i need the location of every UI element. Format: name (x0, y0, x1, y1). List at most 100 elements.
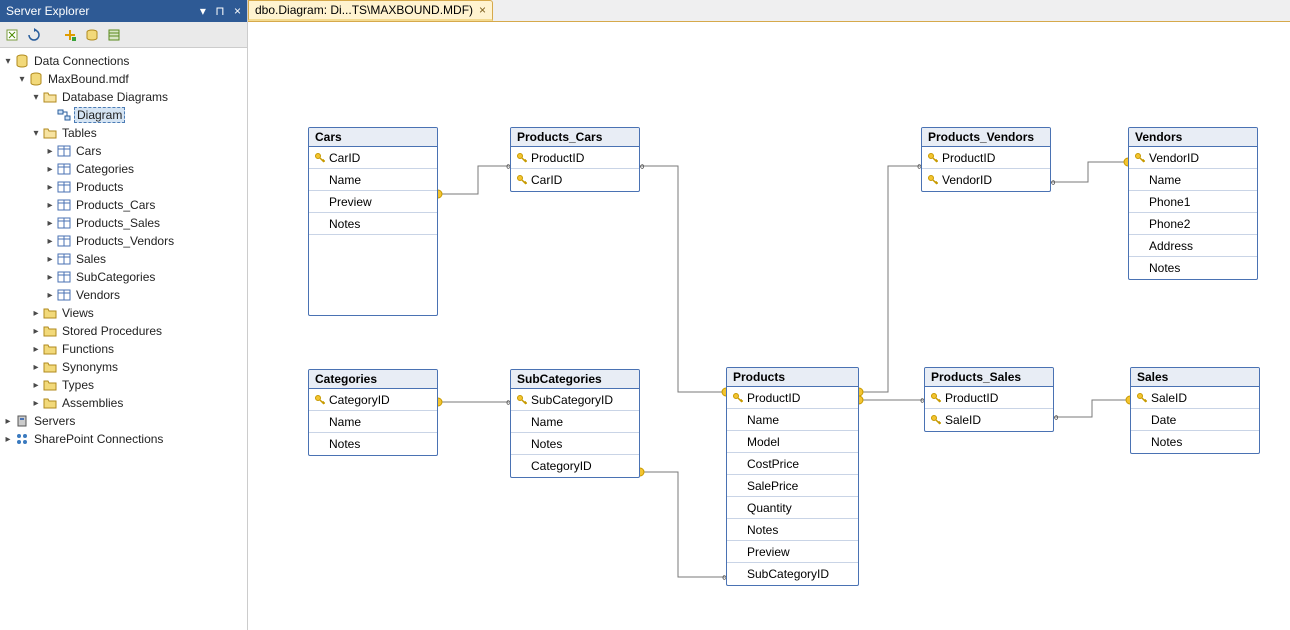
chevron-right-icon[interactable]: ▸ (2, 415, 14, 427)
table-sales[interactable]: SalesSaleIDDateNotes (1130, 367, 1260, 454)
connect-icon[interactable] (4, 27, 20, 43)
tree-item-database-diagrams[interactable]: ▾Database Diagrams (2, 88, 245, 106)
add-connection-icon[interactable] (62, 27, 78, 43)
tree-item-products-sales[interactable]: ▸Products_Sales (2, 214, 245, 232)
column-row[interactable]: Preview (309, 191, 437, 213)
tree-item-sales[interactable]: ▸Sales (2, 250, 245, 268)
table-cars[interactable]: CarsCarIDNamePreviewNotes (308, 127, 438, 316)
chevron-right-icon[interactable]: ▸ (30, 307, 42, 319)
column-row[interactable]: SubCategoryID (727, 563, 858, 585)
column-row[interactable]: Name (511, 411, 639, 433)
chevron-right-icon[interactable]: ▸ (44, 145, 56, 157)
chevron-right-icon[interactable]: ▸ (44, 199, 56, 211)
tree-item-data-connections[interactable]: ▾Data Connections (2, 52, 245, 70)
column-row[interactable]: ProductID (925, 387, 1053, 409)
column-row[interactable]: ProductID (511, 147, 639, 169)
tree-item-cars[interactable]: ▸Cars (2, 142, 245, 160)
chevron-down-icon[interactable]: ▾ (16, 73, 28, 85)
chevron-right-icon[interactable]: ▸ (44, 217, 56, 229)
table-vendors[interactable]: VendorsVendorIDNamePhone1Phone2AddressNo… (1128, 127, 1258, 280)
close-icon[interactable]: × (234, 4, 241, 18)
tab-diagram[interactable]: dbo.Diagram: Di...TS\MAXBOUND.MDF) × (248, 0, 493, 21)
column-row[interactable]: Address (1129, 235, 1257, 257)
chevron-right-icon[interactable]: ▸ (44, 289, 56, 301)
list-icon[interactable] (106, 27, 122, 43)
column-row[interactable]: SaleID (1131, 387, 1259, 409)
column-row[interactable]: SubCategoryID (511, 389, 639, 411)
column-row[interactable]: Phone1 (1129, 191, 1257, 213)
table-products[interactable]: ProductsProductIDNameModelCostPriceSaleP… (726, 367, 859, 586)
chevron-right-icon[interactable]: ▸ (30, 397, 42, 409)
tree-item-diagram[interactable]: Diagram (2, 106, 245, 124)
tree-item-vendors[interactable]: ▸Vendors (2, 286, 245, 304)
column-row[interactable]: Phone2 (1129, 213, 1257, 235)
column-row[interactable]: CostPrice (727, 453, 858, 475)
column-row[interactable]: Model (727, 431, 858, 453)
column-row[interactable]: ProductID (727, 387, 858, 409)
refresh-icon[interactable] (26, 27, 42, 43)
chevron-right-icon[interactable]: ▸ (30, 361, 42, 373)
chevron-right-icon[interactable]: ▸ (44, 163, 56, 175)
table-products_cars[interactable]: Products_CarsProductIDCarID (510, 127, 640, 192)
column-row[interactable]: Preview (727, 541, 858, 563)
tab-close-icon[interactable]: × (479, 3, 486, 17)
twisty-none[interactable] (44, 109, 56, 121)
tree-item-tables[interactable]: ▾Tables (2, 124, 245, 142)
chevron-right-icon[interactable]: ▸ (44, 235, 56, 247)
chevron-down-icon[interactable]: ▾ (30, 91, 42, 103)
column-row[interactable]: Name (1129, 169, 1257, 191)
chevron-down-icon[interactable]: ▾ (30, 127, 42, 139)
chevron-right-icon[interactable]: ▸ (44, 271, 56, 283)
chevron-right-icon[interactable]: ▸ (2, 433, 14, 445)
tree-item-types[interactable]: ▸Types (2, 376, 245, 394)
tree-item-assemblies[interactable]: ▸Assemblies (2, 394, 245, 412)
tree-item-maxbound-mdf[interactable]: ▾MaxBound.mdf (2, 70, 245, 88)
column-row[interactable]: Quantity (727, 497, 858, 519)
tree-item-functions[interactable]: ▸Functions (2, 340, 245, 358)
dropdown-icon[interactable]: ▾ (200, 4, 206, 18)
pin-icon[interactable]: ⊓ (215, 4, 224, 18)
chevron-right-icon[interactable]: ▸ (30, 379, 42, 391)
diagram-surface[interactable]: ∞∞∞∞∞∞∞∞ CarsCarIDNamePreviewNotesProduc… (248, 22, 1290, 630)
tree-item-sharepoint-connections[interactable]: ▸SharePoint Connections (2, 430, 245, 448)
column-row[interactable]: SaleID (925, 409, 1053, 431)
tree-item-synonyms[interactable]: ▸Synonyms (2, 358, 245, 376)
column-row[interactable]: CategoryID (309, 389, 437, 411)
tree-item-stored-procedures[interactable]: ▸Stored Procedures (2, 322, 245, 340)
db-icon[interactable] (84, 27, 100, 43)
column-row[interactable]: CarID (511, 169, 639, 191)
column-row[interactable]: Name (309, 411, 437, 433)
column-row[interactable]: Notes (309, 213, 437, 235)
table-subcategories[interactable]: SubCategoriesSubCategoryIDNameNotesCateg… (510, 369, 640, 478)
column-row[interactable]: SalePrice (727, 475, 858, 497)
tree-item-subcategories[interactable]: ▸SubCategories (2, 268, 245, 286)
table-categories[interactable]: CategoriesCategoryIDNameNotes (308, 369, 438, 456)
column-row[interactable]: ProductID (922, 147, 1050, 169)
column-row[interactable]: Name (309, 169, 437, 191)
tree-item-products-cars[interactable]: ▸Products_Cars (2, 196, 245, 214)
column-row[interactable]: Notes (1129, 257, 1257, 279)
tree-item-views[interactable]: ▸Views (2, 304, 245, 322)
table-products_sales[interactable]: Products_SalesProductIDSaleID (924, 367, 1054, 432)
column-row[interactable]: Name (727, 409, 858, 431)
column-row[interactable]: Date (1131, 409, 1259, 431)
chevron-down-icon[interactable]: ▾ (2, 55, 14, 67)
column-row[interactable]: Notes (1131, 431, 1259, 453)
tree-item-servers[interactable]: ▸Servers (2, 412, 245, 430)
tree-view[interactable]: ▾Data Connections▾MaxBound.mdf▾Database … (0, 48, 247, 630)
column-row[interactable]: Notes (511, 433, 639, 455)
chevron-right-icon[interactable]: ▸ (30, 343, 42, 355)
column-row[interactable]: VendorID (1129, 147, 1257, 169)
column-row[interactable]: CategoryID (511, 455, 639, 477)
chevron-right-icon[interactable]: ▸ (44, 253, 56, 265)
chevron-right-icon[interactable]: ▸ (44, 181, 56, 193)
table-products_vendors[interactable]: Products_VendorsProductIDVendorID (921, 127, 1051, 192)
tree-item-products-vendors[interactable]: ▸Products_Vendors (2, 232, 245, 250)
column-row[interactable]: CarID (309, 147, 437, 169)
column-row[interactable]: Notes (727, 519, 858, 541)
column-row[interactable]: Notes (309, 433, 437, 455)
chevron-right-icon[interactable]: ▸ (30, 325, 42, 337)
tree-item-categories[interactable]: ▸Categories (2, 160, 245, 178)
tree-item-products[interactable]: ▸Products (2, 178, 245, 196)
column-row[interactable]: VendorID (922, 169, 1050, 191)
